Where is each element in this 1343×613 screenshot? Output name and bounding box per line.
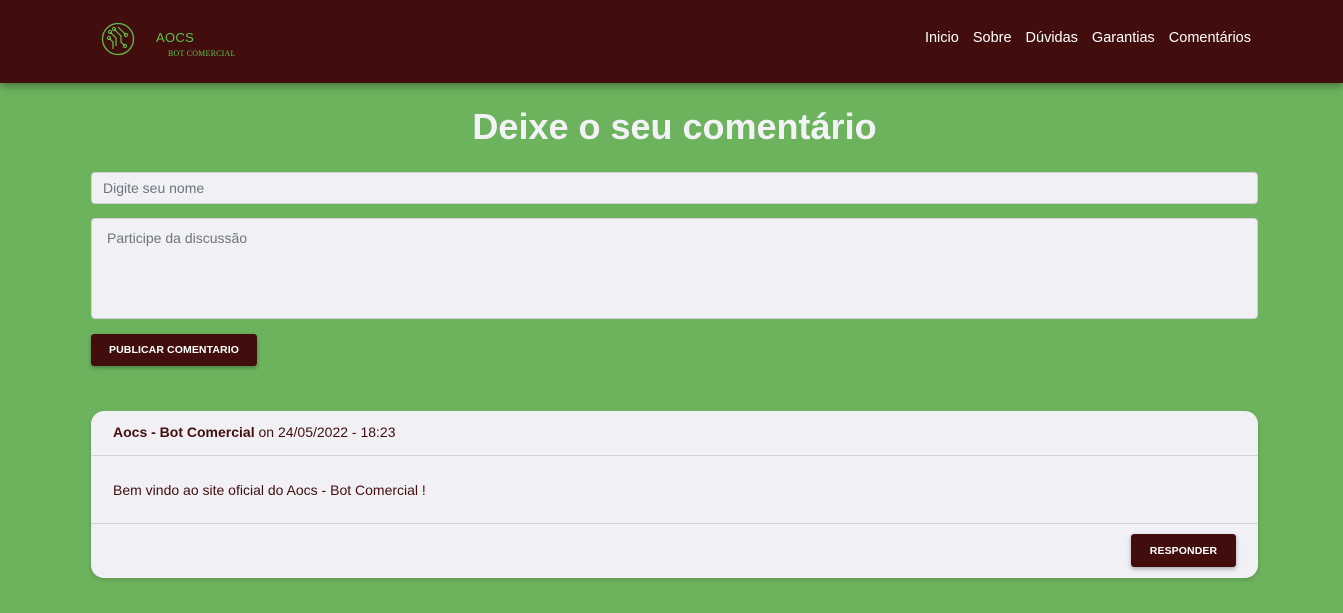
navbar: AOCS BOT COMERCIAL Inicio Sobre Dúvidas … [0,0,1343,83]
comment-header: Aocs - Bot Comercial on 24/05/2022 - 18:… [91,411,1258,456]
publish-comment-button[interactable]: PUBLICAR COMENTARIO [91,334,257,366]
circuit-logo-icon [101,22,135,56]
nav-item-inicio[interactable]: Inicio [918,30,966,46]
brand-name: AOCS [156,30,195,45]
comment-body: Bem vindo ao site oficial do Aocs - Bot … [91,456,1258,524]
comment-author: Aocs - Bot Comercial [113,424,255,440]
nav-item-duvidas[interactable]: Dúvidas [1019,30,1085,46]
main-nav: Inicio Sobre Dúvidas Garantias Comentári… [918,30,1251,46]
brand-logo-link[interactable]: AOCS BOT COMERCIAL [101,20,235,62]
nav-item-sobre[interactable]: Sobre [966,30,1019,46]
name-input[interactable] [91,172,1258,204]
page-title: Deixe o seu comentário [472,106,877,147]
reply-button[interactable]: RESPONDER [1131,534,1236,567]
nav-item-comentarios[interactable]: Comentários [1162,30,1251,46]
comment-timestamp: on 24/05/2022 - 18:23 [254,424,396,440]
brand-subtitle: BOT COMERCIAL [168,49,236,58]
nav-item-garantias[interactable]: Garantias [1085,30,1162,46]
comment-textarea[interactable] [91,218,1258,319]
comment-card: Aocs - Bot Comercial on 24/05/2022 - 18:… [91,411,1258,578]
